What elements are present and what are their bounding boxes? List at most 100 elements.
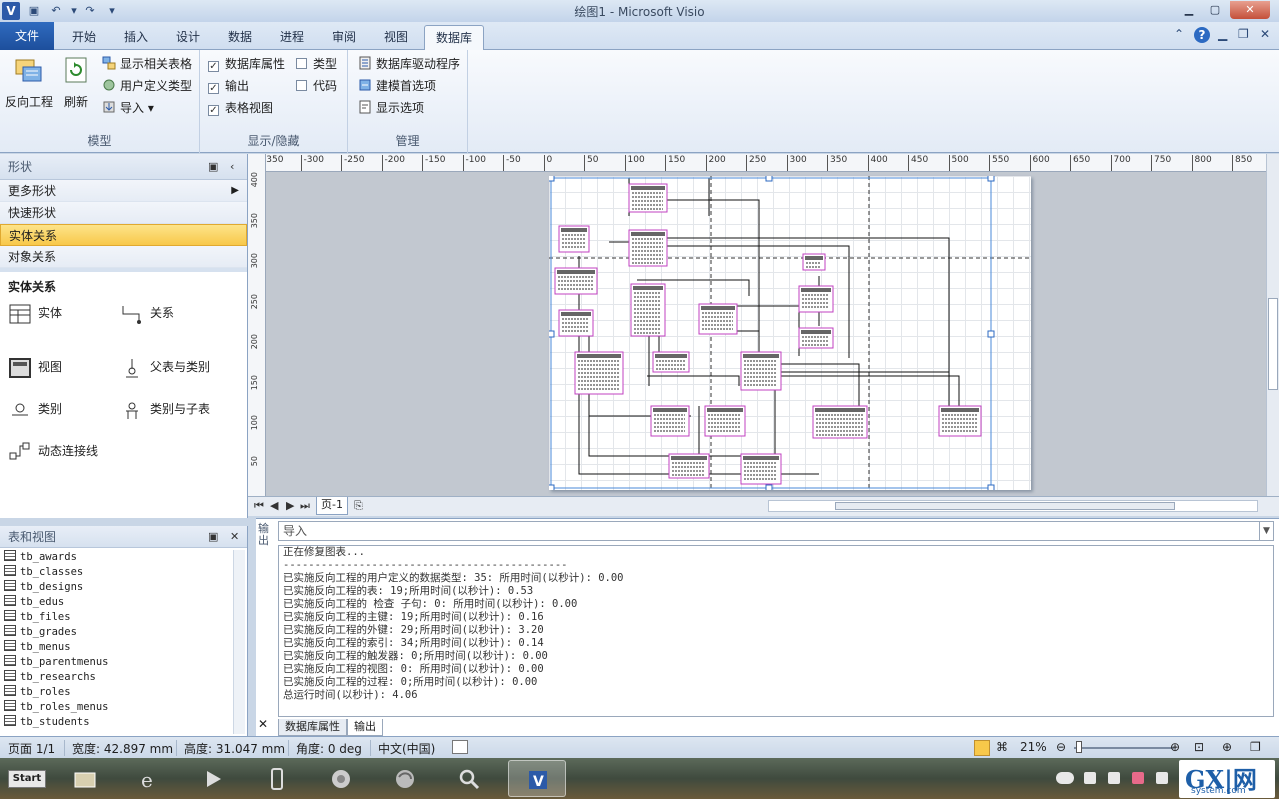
modeling-prefs-button[interactable]: 建模首选项 (358, 76, 436, 96)
master-view[interactable]: 视图 (8, 354, 62, 380)
table-list-scrollbar[interactable] (233, 550, 245, 734)
selection-handle[interactable] (765, 484, 773, 492)
selection-handle[interactable] (987, 330, 995, 338)
tab-process[interactable]: 进程 (268, 25, 316, 50)
entity-header[interactable] (743, 456, 779, 460)
pane-restore-icon[interactable]: ▣ (208, 526, 218, 548)
canvas-vertical-scrollbar[interactable] (1266, 154, 1279, 496)
master-relationship[interactable]: 关系 (120, 300, 174, 326)
table-list-item[interactable]: tb_students (4, 715, 109, 730)
master-dynamic-connector[interactable]: 动态连接线 (8, 438, 98, 464)
refresh-button[interactable]: 刷新 (58, 54, 94, 110)
tray-volume-icon[interactable] (1108, 772, 1120, 784)
horizontal-scrollbar[interactable] (768, 500, 1258, 512)
reverse-engineer-button[interactable]: 反向工程 (4, 54, 54, 110)
entity-header[interactable] (743, 354, 779, 358)
tray-toggle-icon[interactable] (1056, 772, 1074, 784)
table-list-item[interactable]: tb_parentmenus (4, 655, 109, 670)
zoom-in-icon[interactable]: ⊕ (1170, 740, 1180, 754)
tab-db-properties[interactable]: 数据库属性 (278, 719, 347, 736)
drawing-page[interactable] (547, 174, 1031, 492)
table-list-item[interactable]: tb_awards (4, 550, 109, 565)
entity-header[interactable] (577, 354, 621, 358)
user-defined-types-button[interactable]: 用户定义类型 (102, 76, 192, 96)
code-checkbox[interactable]: 代码 (296, 76, 337, 96)
pane-close-icon[interactable]: ✕ (230, 526, 239, 548)
table-list-item[interactable]: tb_roles (4, 685, 109, 700)
entity-header[interactable] (671, 456, 707, 460)
entity-header[interactable] (653, 408, 687, 412)
table-list-item[interactable]: tb_grades (4, 625, 109, 640)
close-button[interactable]: ✕ (1230, 1, 1270, 19)
tab-home[interactable]: 开始 (60, 25, 108, 50)
import-button[interactable]: 导入 ▾ (102, 98, 154, 118)
fullscreen-icon[interactable]: ⌘ (996, 740, 1008, 754)
types-checkbox[interactable]: 类型 (296, 54, 337, 74)
status-page[interactable]: 页面 1/1 (8, 740, 55, 757)
tab-review[interactable]: 审阅 (320, 25, 368, 50)
entity-header[interactable] (561, 228, 587, 232)
entity-header[interactable] (707, 408, 743, 412)
taskbar-media[interactable] (184, 760, 242, 797)
selection-box[interactable] (550, 177, 992, 489)
start-button[interactable]: Start (8, 770, 46, 788)
taskbar-firefox[interactable] (376, 760, 434, 797)
db-properties-checkbox[interactable]: ✓ 数据库属性 (208, 54, 285, 74)
taskbar-chrome[interactable] (312, 760, 370, 797)
drawing-canvas[interactable] (266, 172, 1266, 496)
taskbar-phone[interactable] (248, 760, 306, 797)
show-related-tables-button[interactable]: 显示相关表格 (102, 54, 192, 74)
prev-page-icon[interactable]: ◀ (270, 499, 278, 512)
first-page-icon[interactable]: ⏮ (254, 499, 264, 513)
tab-database[interactable]: 数据库 (424, 25, 484, 51)
entity-header[interactable] (631, 232, 665, 236)
selection-handle[interactable] (987, 484, 995, 492)
entity-header[interactable] (941, 408, 979, 412)
doc-restore-icon[interactable]: ❐ (1238, 27, 1249, 41)
tray-network-icon[interactable] (1156, 772, 1168, 784)
stencil-object-relational[interactable]: 对象关系 (0, 246, 247, 268)
entity-header[interactable] (701, 306, 735, 310)
output-source-select[interactable]: 导入 ▼ (278, 521, 1274, 541)
fit-page-icon[interactable]: ⊡ (1194, 740, 1204, 754)
collapse-ribbon-icon[interactable]: ⌃ (1174, 27, 1184, 41)
tab-output[interactable]: 输出 (347, 719, 383, 736)
taskbar-explorer[interactable] (56, 760, 114, 797)
relationship-connector[interactable] (647, 199, 760, 362)
table-list-item[interactable]: tb_designs (4, 580, 109, 595)
selection-handle[interactable] (765, 174, 773, 182)
status-language[interactable]: 中文(中国) (378, 740, 435, 757)
table-list-item[interactable]: tb_edus (4, 595, 109, 610)
tray-usb-icon[interactable] (1084, 772, 1096, 784)
zoom-slider[interactable] (1074, 747, 1174, 749)
db-drivers-button[interactable]: 数据库驱动程序 (358, 54, 460, 74)
help-icon[interactable]: ? (1194, 27, 1210, 43)
table-view-checkbox[interactable]: ✓ 表格视图 (208, 98, 273, 118)
taskbar-visio[interactable]: V (508, 760, 566, 797)
output-checkbox[interactable]: ✓ 输出 (208, 76, 249, 96)
master-entity[interactable]: 实体 (8, 300, 62, 326)
relationship-connector[interactable] (647, 237, 950, 422)
entity-header[interactable] (805, 256, 823, 260)
selection-handle[interactable] (547, 330, 555, 338)
maximize-button[interactable]: ▢ (1202, 1, 1228, 19)
table-list-item[interactable]: tb_classes (4, 565, 109, 580)
tab-design[interactable]: 设计 (164, 25, 212, 50)
entity-header[interactable] (631, 186, 665, 190)
macro-record-icon[interactable] (452, 740, 468, 754)
selection-handle[interactable] (987, 174, 995, 182)
entity-header[interactable] (815, 408, 865, 412)
insert-page-icon[interactable]: ⎘ (354, 499, 363, 513)
page-tab-1[interactable]: 页-1 (316, 497, 348, 515)
tray-app-icon[interactable] (1132, 772, 1144, 784)
display-options-button[interactable]: 显示选项 (358, 98, 424, 118)
table-list-item[interactable]: tb_roles_menus (4, 700, 109, 715)
table-list-item[interactable]: tb_researchs (4, 670, 109, 685)
entity-header[interactable] (801, 330, 831, 334)
output-close-icon[interactable]: ✕ (258, 717, 268, 731)
pane-collapse-icon[interactable]: ‹ (230, 154, 234, 180)
switch-windows-icon[interactable]: ❐ (1250, 740, 1261, 754)
entity-header[interactable] (801, 288, 831, 292)
pan-zoom-icon[interactable]: ⊕ (1222, 740, 1232, 754)
entity-header[interactable] (561, 312, 591, 316)
